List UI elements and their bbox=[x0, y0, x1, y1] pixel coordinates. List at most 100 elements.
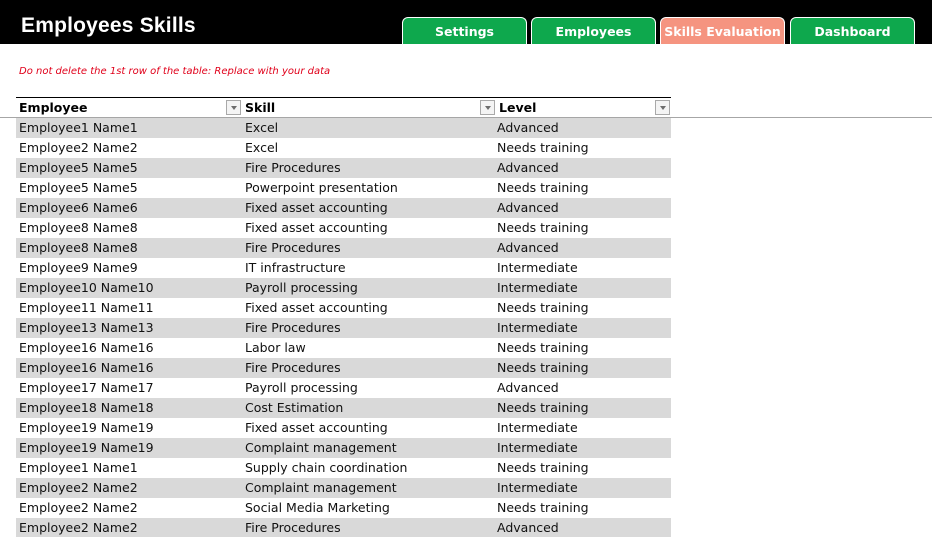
cell-employee[interactable]: Employee8 Name8 bbox=[16, 218, 242, 238]
cell-level[interactable]: Needs training bbox=[496, 358, 671, 378]
table-body: Employee1 Name1 Excel Advanced Employee2 Na… bbox=[16, 118, 671, 537]
cell-skill[interactable]: Fixed asset accounting bbox=[242, 298, 496, 318]
page-title: Employees Skills bbox=[21, 14, 196, 37]
tab-skills-evaluation[interactable]: Skills Evaluation bbox=[660, 17, 785, 44]
table-row[interactable]: Employee9 Name9 IT infrastructure Intermed… bbox=[16, 258, 671, 278]
cell-employee[interactable]: Employee2 Name2 bbox=[16, 498, 242, 518]
cell-level[interactable]: Advanced bbox=[496, 158, 671, 178]
cell-skill[interactable]: Supply chain coordination bbox=[242, 458, 496, 478]
cell-level[interactable]: Intermediate bbox=[496, 258, 671, 278]
cell-employee[interactable]: Employee18 Name18 bbox=[16, 398, 242, 418]
column-header-label: Skill bbox=[245, 100, 276, 115]
cell-employee[interactable]: Employee10 Name10 bbox=[16, 278, 242, 298]
cell-employee[interactable]: Employee8 Name8 bbox=[16, 238, 242, 258]
column-header-skill: Skill bbox=[242, 98, 496, 117]
table-row[interactable]: Employee2 Name2 Complaint management Inter… bbox=[16, 478, 671, 498]
cell-skill[interactable]: Fire Procedures bbox=[242, 518, 496, 537]
cell-skill[interactable]: Fixed asset accounting bbox=[242, 218, 496, 238]
filter-dropdown-button-skill[interactable] bbox=[480, 100, 495, 115]
cell-skill[interactable]: IT infrastructure bbox=[242, 258, 496, 278]
table-row[interactable]: Employee8 Name8 Fire Procedures Advanced bbox=[16, 238, 671, 258]
cell-level[interactable]: Needs training bbox=[496, 178, 671, 198]
table-row[interactable]: Employee10 Name10 Payroll processing Inter… bbox=[16, 278, 671, 298]
cell-skill[interactable]: Fire Procedures bbox=[242, 318, 496, 338]
cell-skill[interactable]: Excel bbox=[242, 118, 496, 138]
cell-level[interactable]: Advanced bbox=[496, 378, 671, 398]
table-row[interactable]: Employee19 Name19 Fixed asset accounting I… bbox=[16, 418, 671, 438]
cell-skill[interactable]: Labor law bbox=[242, 338, 496, 358]
table-row[interactable]: Employee2 Name2 Fire Procedures Advanced bbox=[16, 518, 671, 537]
cell-employee[interactable]: Employee2 Name2 bbox=[16, 518, 242, 537]
tab-settings[interactable]: Settings bbox=[402, 17, 527, 44]
cell-level[interactable]: Needs training bbox=[496, 298, 671, 318]
dropdown-arrow-icon bbox=[230, 105, 237, 110]
cell-skill[interactable]: Excel bbox=[242, 138, 496, 158]
filter-dropdown-button-employee[interactable] bbox=[226, 100, 241, 115]
cell-skill[interactable]: Fixed asset accounting bbox=[242, 418, 496, 438]
cell-employee[interactable]: Employee19 Name19 bbox=[16, 438, 242, 458]
cell-skill[interactable]: Fire Procedures bbox=[242, 238, 496, 258]
table-row[interactable]: Employee16 Name16 Fire Procedures Needs tr… bbox=[16, 358, 671, 378]
cell-level[interactable]: Intermediate bbox=[496, 418, 671, 438]
cell-level[interactable]: Intermediate bbox=[496, 278, 671, 298]
cell-employee[interactable]: Employee2 Name2 bbox=[16, 478, 242, 498]
cell-level[interactable]: Intermediate bbox=[496, 478, 671, 498]
cell-skill[interactable]: Fire Procedures bbox=[242, 158, 496, 178]
cell-skill[interactable]: Powerpoint presentation bbox=[242, 178, 496, 198]
table-row[interactable]: Employee6 Name6 Fixed asset accounting Adv… bbox=[16, 198, 671, 218]
cell-level[interactable]: Advanced bbox=[496, 518, 671, 537]
instruction-note: Do not delete the 1st row of the table: … bbox=[19, 66, 331, 77]
cell-skill[interactable]: Social Media Marketing bbox=[242, 498, 496, 518]
cell-employee[interactable]: Employee1 Name1 bbox=[16, 458, 242, 478]
column-header-label: Level bbox=[499, 100, 537, 115]
cell-skill[interactable]: Payroll processing bbox=[242, 278, 496, 298]
cell-employee[interactable]: Employee13 Name13 bbox=[16, 318, 242, 338]
table-row[interactable]: Employee1 Name1 Excel Advanced bbox=[16, 118, 671, 138]
cell-level[interactable]: Advanced bbox=[496, 198, 671, 218]
cell-skill[interactable]: Cost Estimation bbox=[242, 398, 496, 418]
tab-dashboard[interactable]: Dashboard bbox=[790, 17, 915, 44]
dropdown-arrow-icon bbox=[659, 105, 666, 110]
cell-employee[interactable]: Employee2 Name2 bbox=[16, 138, 242, 158]
cell-level[interactable]: Needs training bbox=[496, 138, 671, 158]
cell-employee[interactable]: Employee11 Name11 bbox=[16, 298, 242, 318]
cell-employee[interactable]: Employee5 Name5 bbox=[16, 158, 242, 178]
cell-level[interactable]: Needs training bbox=[496, 398, 671, 418]
table-row[interactable]: Employee19 Name19 Complaint management Int… bbox=[16, 438, 671, 458]
cell-employee[interactable]: Employee1 Name1 bbox=[16, 118, 242, 138]
cell-skill[interactable]: Complaint management bbox=[242, 478, 496, 498]
filter-dropdown-button-level[interactable] bbox=[655, 100, 670, 115]
tab-employees[interactable]: Employees bbox=[531, 17, 656, 44]
cell-level[interactable]: Needs training bbox=[496, 458, 671, 478]
cell-skill[interactable]: Fire Procedures bbox=[242, 358, 496, 378]
table-row[interactable]: Employee17 Name17 Payroll processing Advan… bbox=[16, 378, 671, 398]
cell-skill[interactable]: Complaint management bbox=[242, 438, 496, 458]
table-row[interactable]: Employee2 Name2 Social Media Marketing Nee… bbox=[16, 498, 671, 518]
table-header-row: Employee Skill Level bbox=[16, 98, 671, 117]
table-row[interactable]: Employee18 Name18 Cost Estimation Needs tr… bbox=[16, 398, 671, 418]
cell-level[interactable]: Advanced bbox=[496, 238, 671, 258]
cell-level[interactable]: Advanced bbox=[496, 118, 671, 138]
cell-employee[interactable]: Employee16 Name16 bbox=[16, 358, 242, 378]
table-row[interactable]: Employee2 Name2 Excel Needs training bbox=[16, 138, 671, 158]
table-row[interactable]: Employee16 Name16 Labor law Needs training bbox=[16, 338, 671, 358]
cell-employee[interactable]: Employee6 Name6 bbox=[16, 198, 242, 218]
table-row[interactable]: Employee13 Name13 Fire Procedures Intermed… bbox=[16, 318, 671, 338]
cell-level[interactable]: Needs training bbox=[496, 338, 671, 358]
table-row[interactable]: Employee11 Name11 Fixed asset accounting N… bbox=[16, 298, 671, 318]
cell-employee[interactable]: Employee16 Name16 bbox=[16, 338, 242, 358]
cell-employee[interactable]: Employee5 Name5 bbox=[16, 178, 242, 198]
cell-employee[interactable]: Employee19 Name19 bbox=[16, 418, 242, 438]
table-row[interactable]: Employee8 Name8 Fixed asset accounting Nee… bbox=[16, 218, 671, 238]
cell-skill[interactable]: Fixed asset accounting bbox=[242, 198, 496, 218]
cell-level[interactable]: Intermediate bbox=[496, 438, 671, 458]
cell-level[interactable]: Needs training bbox=[496, 498, 671, 518]
cell-level[interactable]: Intermediate bbox=[496, 318, 671, 338]
cell-employee[interactable]: Employee9 Name9 bbox=[16, 258, 242, 278]
table-row[interactable]: Employee5 Name5 Fire Procedures Advanced bbox=[16, 158, 671, 178]
cell-employee[interactable]: Employee17 Name17 bbox=[16, 378, 242, 398]
table-row[interactable]: Employee5 Name5 Powerpoint presentation Ne… bbox=[16, 178, 671, 198]
cell-level[interactable]: Needs training bbox=[496, 218, 671, 238]
table-row[interactable]: Employee1 Name1 Supply chain coordination… bbox=[16, 458, 671, 478]
cell-skill[interactable]: Payroll processing bbox=[242, 378, 496, 398]
